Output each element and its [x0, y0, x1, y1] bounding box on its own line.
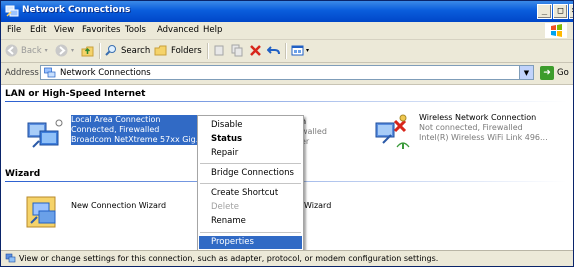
menu-separator: [200, 163, 301, 164]
wireless-adapter-icon: [375, 114, 410, 149]
views-icon: [291, 45, 304, 56]
menu-edit[interactable]: Edit: [30, 25, 46, 35]
up-folder-icon[interactable]: [81, 44, 94, 57]
menu-item-repair[interactable]: Repair: [199, 147, 302, 160]
address-input[interactable]: Network Connections ▼: [40, 65, 534, 80]
undo-icon[interactable]: [267, 44, 280, 57]
close-button[interactable]: ×: [569, 4, 573, 19]
connection-status: walled: [301, 127, 327, 136]
search-button[interactable]: Search: [105, 44, 150, 57]
chevron-down-icon: ▾: [44, 47, 48, 54]
menu-help[interactable]: Help: [203, 25, 222, 35]
menu-item-delete[interactable]: Delete: [199, 201, 302, 214]
new-connection-wizard[interactable]: New Connection Wizard: [25, 195, 195, 235]
network-adapter-icon: [27, 119, 63, 148]
menu-item-create-shortcut[interactable]: Create Shortcut: [199, 187, 302, 200]
back-button[interactable]: Back ▾: [5, 44, 48, 57]
menu-tools[interactable]: Tools: [125, 25, 146, 35]
connection-status: Not connected, Firewalled: [419, 123, 523, 132]
network-connections-icon: [44, 67, 56, 78]
wizard-label: New Connection Wizard: [71, 201, 167, 210]
address-dropdown-button[interactable]: ▼: [519, 66, 533, 79]
menu-separator: [200, 232, 301, 233]
title-bar[interactable]: Network Connections _ □ ×: [1, 1, 573, 22]
wizard-hidden[interactable]: Wizard: [304, 201, 344, 215]
group-divider: [5, 101, 567, 102]
status-text: View or change settings for this connect…: [19, 254, 439, 263]
menu-item-status[interactable]: Status: [199, 133, 302, 146]
connection-status: Connected, Firewalled: [71, 125, 204, 135]
folders-icon: [154, 45, 167, 56]
menu-file[interactable]: File: [7, 25, 21, 35]
address-label: Address: [5, 68, 39, 78]
connection-device: Intel(R) Wireless WiFi Link 496...: [419, 133, 548, 142]
chevron-down-icon: ▾: [71, 47, 75, 54]
menu-view[interactable]: View: [54, 25, 74, 35]
connection-device: er: [301, 137, 310, 146]
maximize-button[interactable]: □: [553, 4, 568, 19]
back-arrow-icon: [5, 44, 18, 57]
status-bar: View or change settings for this connect…: [1, 250, 573, 266]
menu-item-disable[interactable]: Disable: [199, 119, 302, 132]
group-header-lan: LAN or High-Speed Internet: [5, 89, 146, 99]
menu-item-rename[interactable]: Rename: [199, 215, 302, 228]
explorer-window: Network Connections _ □ × File Edit View…: [0, 0, 574, 267]
forward-button[interactable]: ▾: [55, 44, 74, 57]
minimize-button[interactable]: _: [537, 4, 552, 19]
menu-bar: File Edit View Favorites Tools Advanced …: [1, 22, 573, 40]
wizard-label: Wizard: [304, 201, 332, 210]
context-menu: Disable Status Repair Bridge Connections…: [197, 115, 304, 251]
forward-arrow-icon: [55, 44, 68, 57]
search-icon: [105, 45, 116, 56]
network-connections-icon: [5, 5, 19, 17]
move-to-icon[interactable]: [213, 44, 226, 57]
connection-local-area[interactable]: Local Area Connection Connected, Firewal…: [25, 115, 225, 155]
views-button[interactable]: ▾: [291, 44, 309, 57]
windows-logo-icon: [545, 23, 567, 38]
menu-favorites[interactable]: Favorites: [82, 25, 120, 35]
go-label[interactable]: Go: [557, 68, 569, 78]
menu-advanced[interactable]: Advanced: [157, 25, 199, 35]
chevron-down-icon: ▾: [306, 47, 310, 54]
connection-wireless[interactable]: Wireless Network Connection Not connecte…: [373, 113, 569, 153]
connection-name: n: [301, 117, 327, 127]
toolbar: Back ▾ ▾ Search Folders ▾: [1, 40, 573, 63]
menu-item-properties[interactable]: Properties: [199, 236, 302, 249]
connection-device: Broadcom NetXtreme 57xx Gig...: [71, 135, 204, 145]
delete-icon[interactable]: [249, 44, 262, 57]
folders-button[interactable]: Folders: [154, 44, 202, 57]
go-button[interactable]: ➜: [540, 66, 554, 80]
connection-name: Wireless Network Connection: [419, 113, 537, 122]
network-status-icon: [5, 253, 16, 263]
address-bar: Address Network Connections ▼ ➜ Go: [1, 63, 573, 85]
connection-name: Local Area Connection: [71, 115, 204, 125]
group-header-wizard: Wizard: [5, 169, 41, 179]
connection-hidden[interactable]: n walled er: [301, 117, 341, 153]
copy-to-icon[interactable]: [231, 44, 244, 57]
connection-wizard-icon: [26, 196, 56, 228]
window-title: Network Connections: [22, 5, 131, 15]
menu-item-bridge-connections[interactable]: Bridge Connections: [199, 167, 302, 180]
menu-separator: [200, 183, 301, 184]
